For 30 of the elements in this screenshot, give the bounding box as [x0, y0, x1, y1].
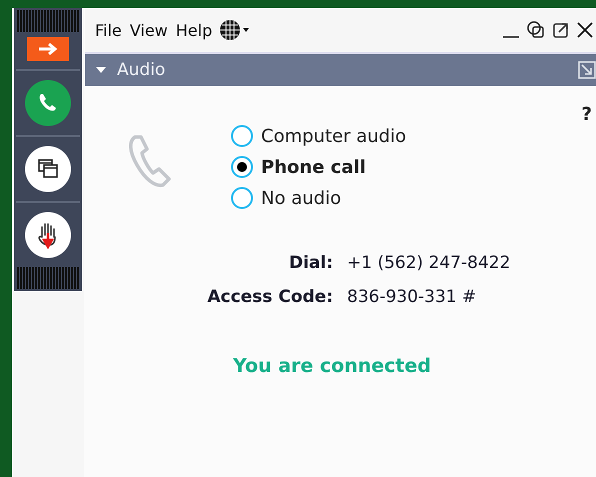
phone-button[interactable]	[25, 80, 71, 126]
help-button[interactable]: ?	[582, 104, 592, 125]
radio-button[interactable]	[231, 187, 253, 209]
raise-hand-button[interactable]	[25, 212, 71, 258]
info-value: +1 (562) 247-8422	[347, 253, 512, 273]
audio-option[interactable]: Phone call	[231, 156, 406, 178]
grip-handle[interactable]	[17, 267, 79, 289]
shrink-icon[interactable]	[578, 61, 596, 79]
radio-button[interactable]	[231, 125, 253, 147]
radio-button[interactable]	[231, 156, 253, 178]
connection-status: You are connected	[233, 355, 432, 377]
restore-icon[interactable]	[526, 20, 546, 40]
globe-icon	[218, 18, 250, 42]
menu-item[interactable]: File	[91, 20, 126, 40]
windows-icon	[36, 157, 60, 181]
close-icon[interactable]	[576, 21, 594, 39]
info-value: 836-930-331 #	[347, 287, 478, 307]
windows-button[interactable]	[25, 146, 71, 192]
panel-title: Audio	[117, 60, 166, 80]
grip-handle[interactable]	[17, 10, 79, 32]
info-label: Dial:	[288, 253, 333, 273]
audio-option[interactable]: Computer audio	[231, 125, 406, 147]
panel-header[interactable]: Audio	[85, 52, 596, 86]
audio-option[interactable]: No audio	[231, 187, 406, 209]
arrow-icon	[37, 42, 59, 56]
info-label: Access Code:	[206, 287, 333, 307]
collapse-button[interactable]	[27, 37, 69, 61]
pop-out-icon[interactable]	[552, 21, 570, 39]
menu-item[interactable]: View	[126, 20, 172, 40]
menu-item[interactable]: Help	[172, 20, 216, 40]
